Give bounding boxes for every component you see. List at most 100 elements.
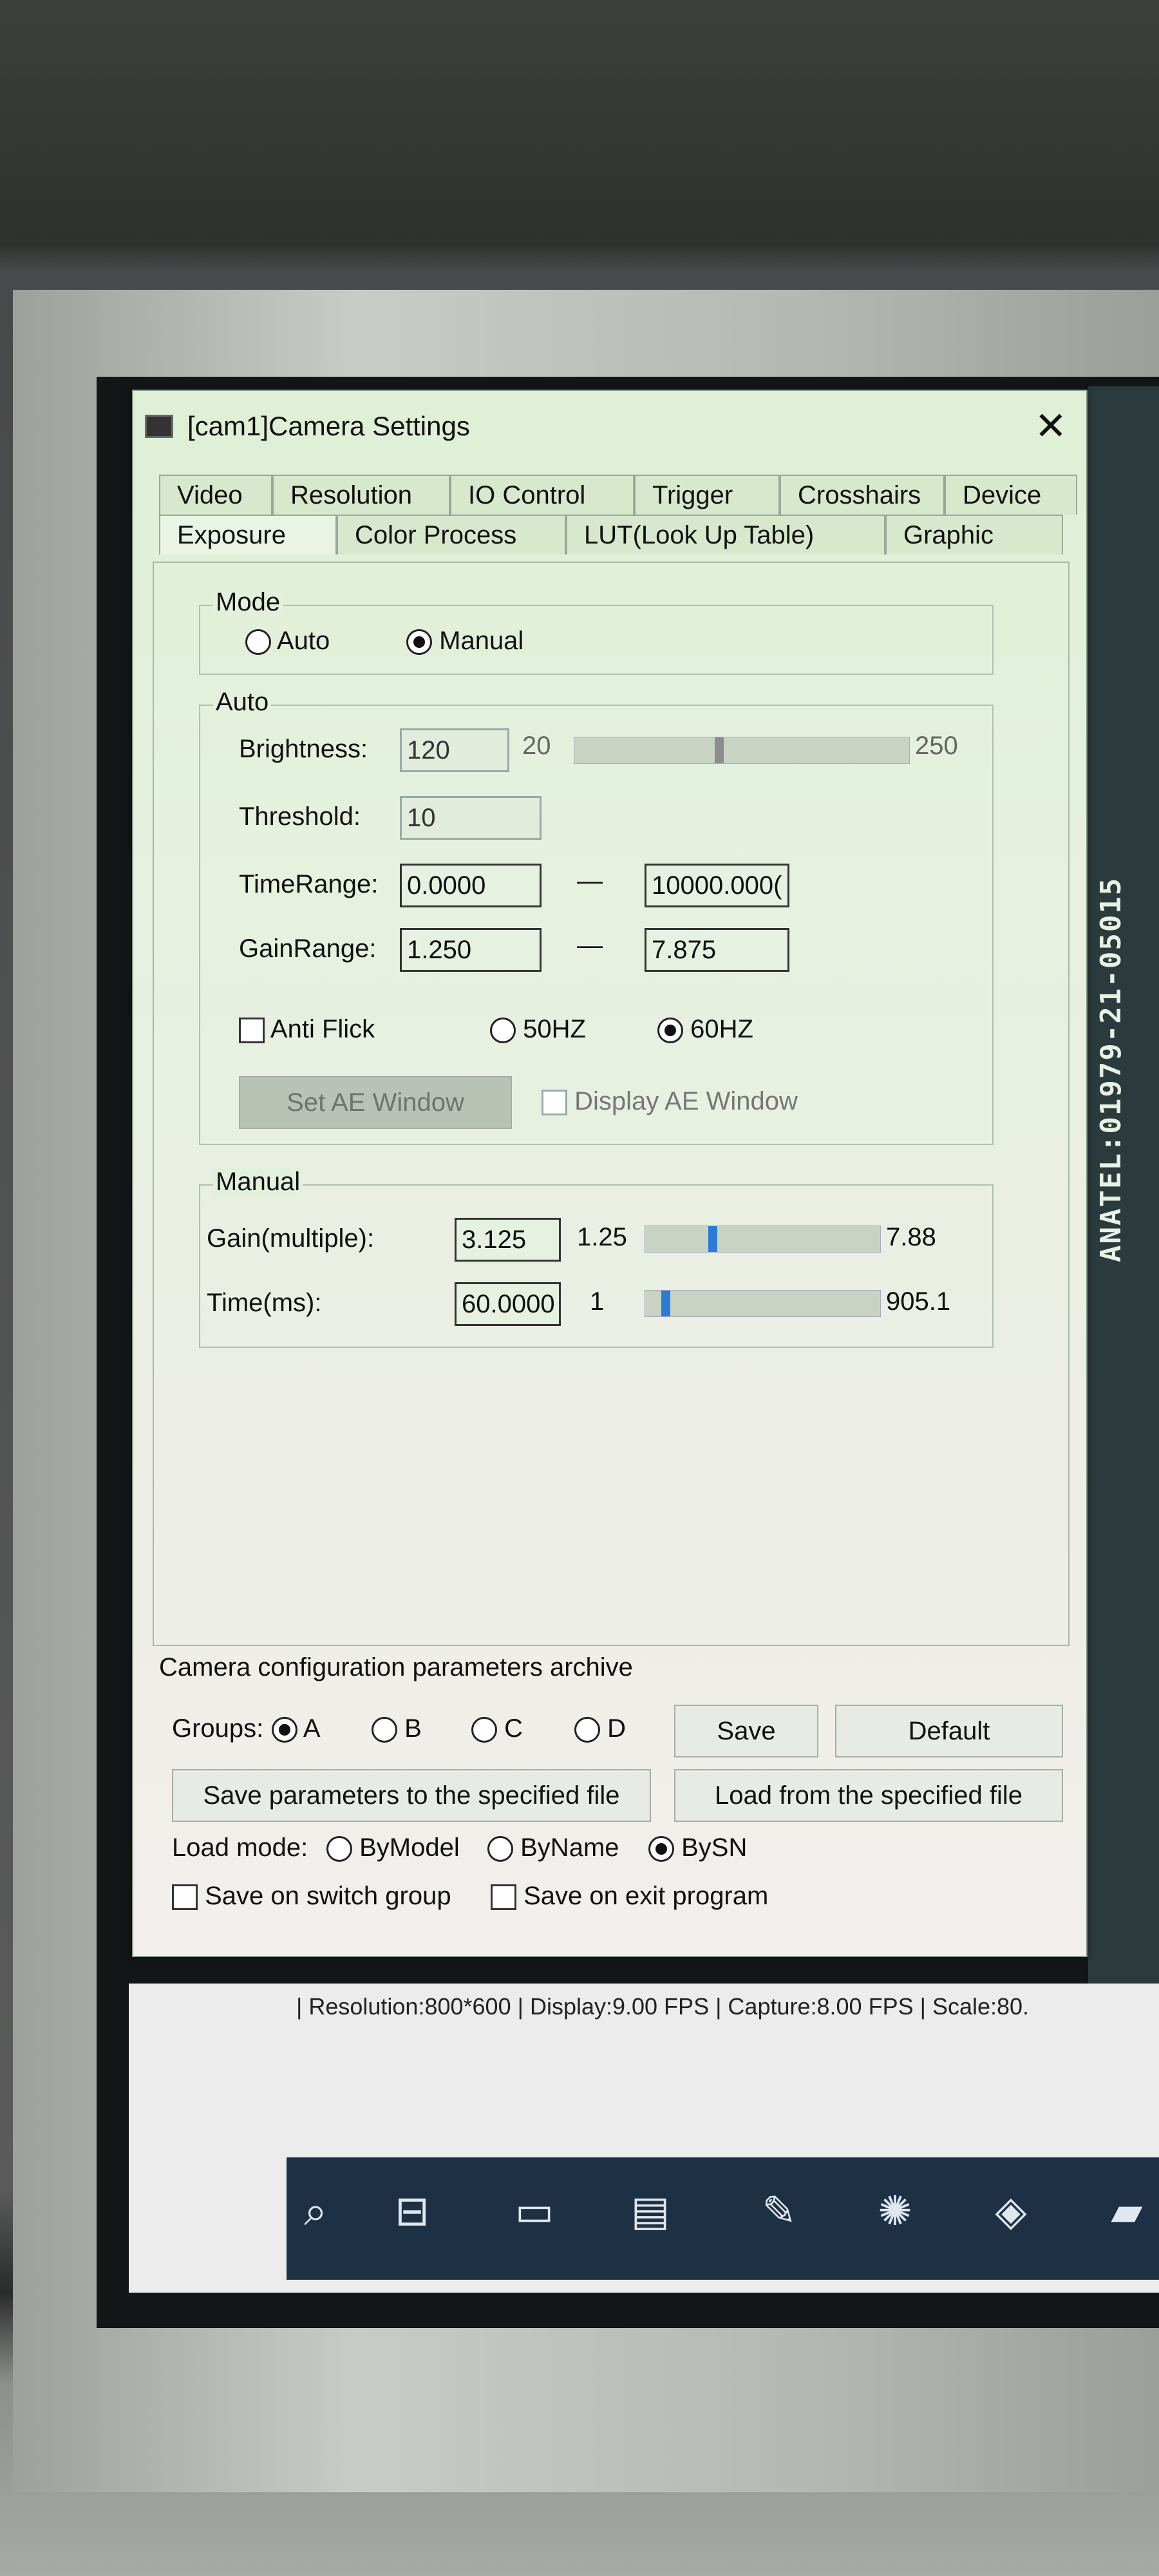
brightness-label: Brightness: (239, 735, 368, 763)
app-icon[interactable]: ▭ (505, 2182, 563, 2240)
hz50-option[interactable]: 50HZ (490, 1015, 586, 1044)
threshold-label: Threshold: (239, 802, 361, 831)
group-d-label: D (607, 1714, 627, 1743)
mode-auto-radio[interactable] (245, 629, 271, 656)
exposure-panel: Mode Auto Manual Auto Brightness: 120 20… (153, 562, 1069, 1646)
mode-manual-radio[interactable] (406, 629, 432, 656)
camera-settings-window: [cam1]Camera Settings ✕ Video Resolution… (132, 390, 1088, 1957)
group-c-radio[interactable] (471, 1717, 497, 1743)
gainrange-min-field[interactable]: 1.250 (400, 928, 542, 972)
close-icon[interactable]: ✕ (1035, 404, 1067, 449)
threshold-field[interactable]: 10 (400, 796, 542, 840)
manual-group-title: Manual (213, 1168, 303, 1197)
anti-flick-checkbox[interactable] (239, 1018, 265, 1044)
background-app-panel (1088, 386, 1159, 2241)
gain-label: Gain(multiple): (207, 1224, 375, 1253)
taskbar: ⌕ ⊟ ▭ ▤ ✎ ✺ ◈ ▰ (287, 2157, 1159, 2280)
tab-color-process[interactable]: Color Process (337, 515, 566, 554)
save-on-exit-checkbox[interactable] (491, 1884, 516, 1911)
search-icon[interactable]: ⌕ (287, 2182, 344, 2240)
brightness-field[interactable]: 120 (400, 728, 509, 772)
load-byname-radio[interactable] (487, 1836, 513, 1862)
manual-group: Manual Gain(multiple): 3.125 1.25 7.88 T… (199, 1168, 994, 1348)
save-on-exit-option[interactable]: Save on exit program (491, 1882, 768, 1911)
load-byname-option[interactable]: ByName (487, 1833, 619, 1862)
group-c-option[interactable]: C (471, 1714, 523, 1743)
gain-slider[interactable] (645, 1226, 881, 1253)
group-a-radio[interactable] (272, 1717, 297, 1743)
timerange-min-field[interactable]: 0.0000 (400, 864, 542, 907)
gain-min: 1.25 (577, 1223, 627, 1251)
window-icon (145, 415, 173, 438)
paint-icon[interactable]: ✎ (750, 2182, 808, 2240)
mode-manual-label: Manual (439, 627, 524, 655)
tabs-row-1: Video Resolution IO Control Trigger Cros… (159, 475, 1077, 515)
gainrange-max-field[interactable]: 7.875 (645, 928, 789, 972)
anti-flick-option[interactable]: Anti Flick (239, 1015, 375, 1044)
brightness-max: 250 (915, 732, 958, 760)
brightness-slider-thumb[interactable] (715, 737, 724, 763)
tab-io-control[interactable]: IO Control (450, 475, 634, 515)
tab-trigger[interactable]: Trigger (634, 475, 780, 515)
brightness-min: 20 (522, 732, 551, 760)
mode-manual-option[interactable]: Manual (406, 627, 523, 656)
group-d-radio[interactable] (574, 1717, 600, 1743)
load-bysn-option[interactable]: BySN (648, 1833, 747, 1862)
mode-group-title: Mode (213, 588, 283, 617)
hz50-label: 50HZ (523, 1015, 586, 1043)
group-a-label: A (303, 1714, 321, 1743)
title-bar: [cam1]Camera Settings ✕ (133, 391, 1086, 462)
timerange-label: TimeRange: (239, 870, 379, 898)
group-a-option[interactable]: A (272, 1714, 321, 1743)
time-slider[interactable] (645, 1290, 881, 1317)
load-bymodel-option[interactable]: ByModel (326, 1833, 460, 1862)
load-bysn-radio[interactable] (648, 1836, 674, 1862)
save-on-switch-checkbox[interactable] (172, 1884, 198, 1911)
save-to-file-button[interactable]: Save parameters to the specified file (172, 1769, 651, 1822)
group-d-option[interactable]: D (574, 1714, 626, 1743)
task-view-icon[interactable]: ⊟ (383, 2182, 441, 2240)
display-ae-window-option[interactable]: Display AE Window (542, 1087, 798, 1116)
tab-video[interactable]: Video (159, 475, 272, 515)
network-icon[interactable]: ✺ (866, 2182, 924, 2240)
tabs-row-2: Exposure Color Process LUT(Look Up Table… (159, 515, 1063, 554)
tab-exposure[interactable]: Exposure (159, 515, 337, 554)
archive-title: Camera configuration parameters archive (159, 1653, 633, 1681)
gain-field[interactable]: 3.125 (455, 1218, 561, 1262)
groups-label: Groups: (172, 1714, 264, 1743)
time-field[interactable]: 60.0000 (455, 1282, 561, 1326)
gain-slider-thumb[interactable] (708, 1226, 717, 1252)
tab-device[interactable]: Device (945, 475, 1077, 515)
set-ae-window-button[interactable]: Set AE Window (239, 1076, 512, 1129)
brush-icon[interactable]: ◈ (982, 2182, 1040, 2240)
folder-icon[interactable]: ▰ (1098, 2182, 1156, 2240)
brightness-slider[interactable] (574, 737, 910, 764)
time-min: 1 (590, 1287, 605, 1316)
hz60-radio[interactable] (657, 1018, 683, 1044)
time-slider-thumb[interactable] (661, 1291, 670, 1316)
timerange-dash: — (577, 867, 603, 895)
load-from-file-button[interactable]: Load from the specified file (674, 1769, 1063, 1822)
time-max: 905.1 (886, 1287, 951, 1316)
mode-auto-option[interactable]: Auto (245, 627, 330, 656)
load-bysn-label: BySN (681, 1833, 748, 1862)
display-ae-window-checkbox[interactable] (542, 1090, 567, 1116)
gain-max: 7.88 (886, 1223, 936, 1251)
load-bymodel-radio[interactable] (326, 1836, 352, 1862)
timerange-max-field[interactable]: 10000.000( (645, 864, 789, 907)
save-button[interactable]: Save (674, 1705, 818, 1757)
anatel-label: ANATEL:01979-21-05015 (1095, 876, 1127, 1262)
default-button[interactable]: Default (835, 1705, 1063, 1757)
tab-graphic[interactable]: Graphic (885, 515, 1063, 554)
save-on-switch-option[interactable]: Save on switch group (172, 1882, 451, 1911)
tab-crosshairs[interactable]: Crosshairs (780, 475, 945, 515)
group-b-option[interactable]: B (372, 1714, 422, 1743)
notepad-icon[interactable]: ▤ (621, 2182, 679, 2240)
group-b-radio[interactable] (372, 1717, 397, 1743)
load-byname-label: ByName (520, 1833, 619, 1862)
tab-lut[interactable]: LUT(Look Up Table) (566, 515, 885, 554)
hz60-option[interactable]: 60HZ (657, 1015, 753, 1044)
time-label: Time(ms): (207, 1289, 322, 1317)
tab-resolution[interactable]: Resolution (272, 475, 450, 515)
hz50-radio[interactable] (490, 1018, 516, 1044)
